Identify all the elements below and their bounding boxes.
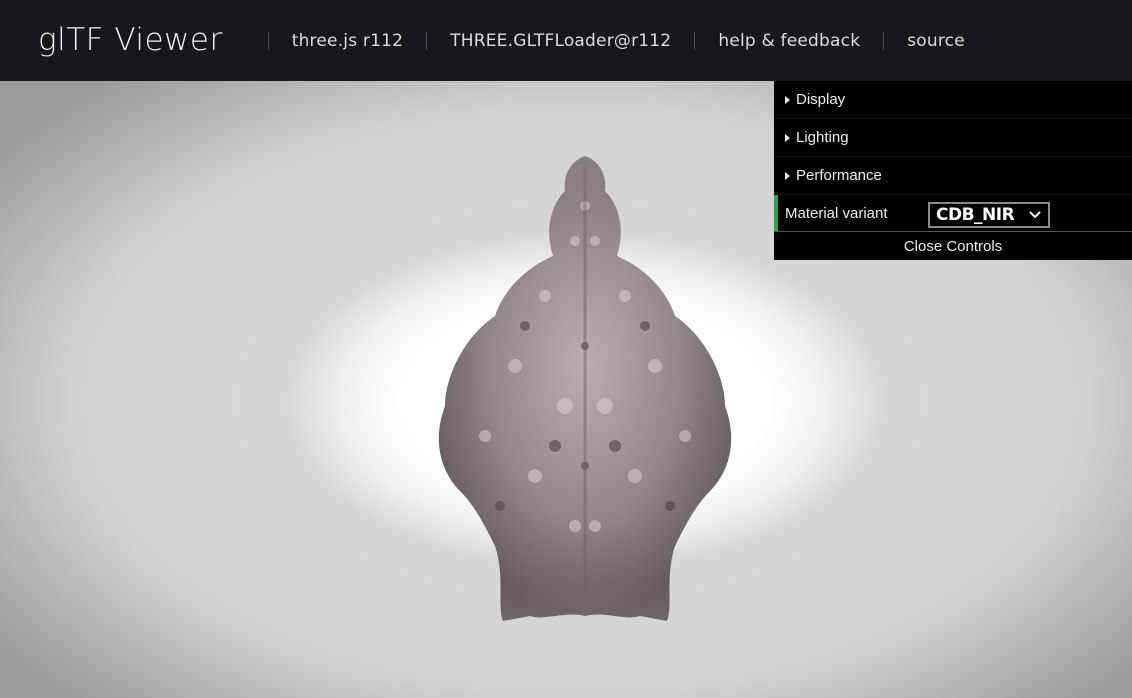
header-nav: three.js r112 THREE.GLTFLoader@r112 help…: [245, 31, 965, 51]
folder-label: Performance: [796, 167, 882, 184]
folder-lighting[interactable]: Lighting: [774, 119, 1132, 157]
nav-link-source[interactable]: source: [907, 31, 965, 51]
triangle-right-icon: [785, 171, 790, 180]
triangle-right-icon: [785, 95, 790, 104]
app-header: glTF Viewer three.js r112 THREE.GLTFLoad…: [0, 0, 1132, 81]
material-variant-select[interactable]: CDB_NIR: [928, 202, 1050, 228]
nav-separator: [694, 31, 696, 50]
material-variant-label: Material variant: [785, 204, 888, 222]
material-variant-row: Material variant CDB_NIR: [774, 195, 1132, 231]
close-controls-button[interactable]: Close Controls: [774, 231, 1132, 260]
tree-model: [438, 156, 732, 621]
folder-display[interactable]: Display: [774, 81, 1132, 119]
nav-separator: [426, 31, 428, 50]
material-variant-value: CDB_NIR: [936, 205, 1015, 225]
nav-separator: [883, 31, 885, 50]
nav-link-gltfloader[interactable]: THREE.GLTFLoader@r112: [450, 31, 671, 51]
folder-label: Lighting: [796, 129, 849, 146]
nav-separator: [267, 31, 269, 50]
controls-panel: Display Lighting Performance Material va…: [774, 81, 1132, 260]
folder-performance[interactable]: Performance: [774, 157, 1132, 195]
folder-label: Display: [796, 91, 846, 108]
app-title: glTF Viewer: [38, 22, 223, 58]
chevron-down-icon: [1029, 211, 1041, 219]
nav-link-threejs[interactable]: three.js r112: [292, 31, 403, 51]
nav-link-help-feedback[interactable]: help & feedback: [718, 31, 860, 51]
triangle-right-icon: [785, 133, 790, 142]
